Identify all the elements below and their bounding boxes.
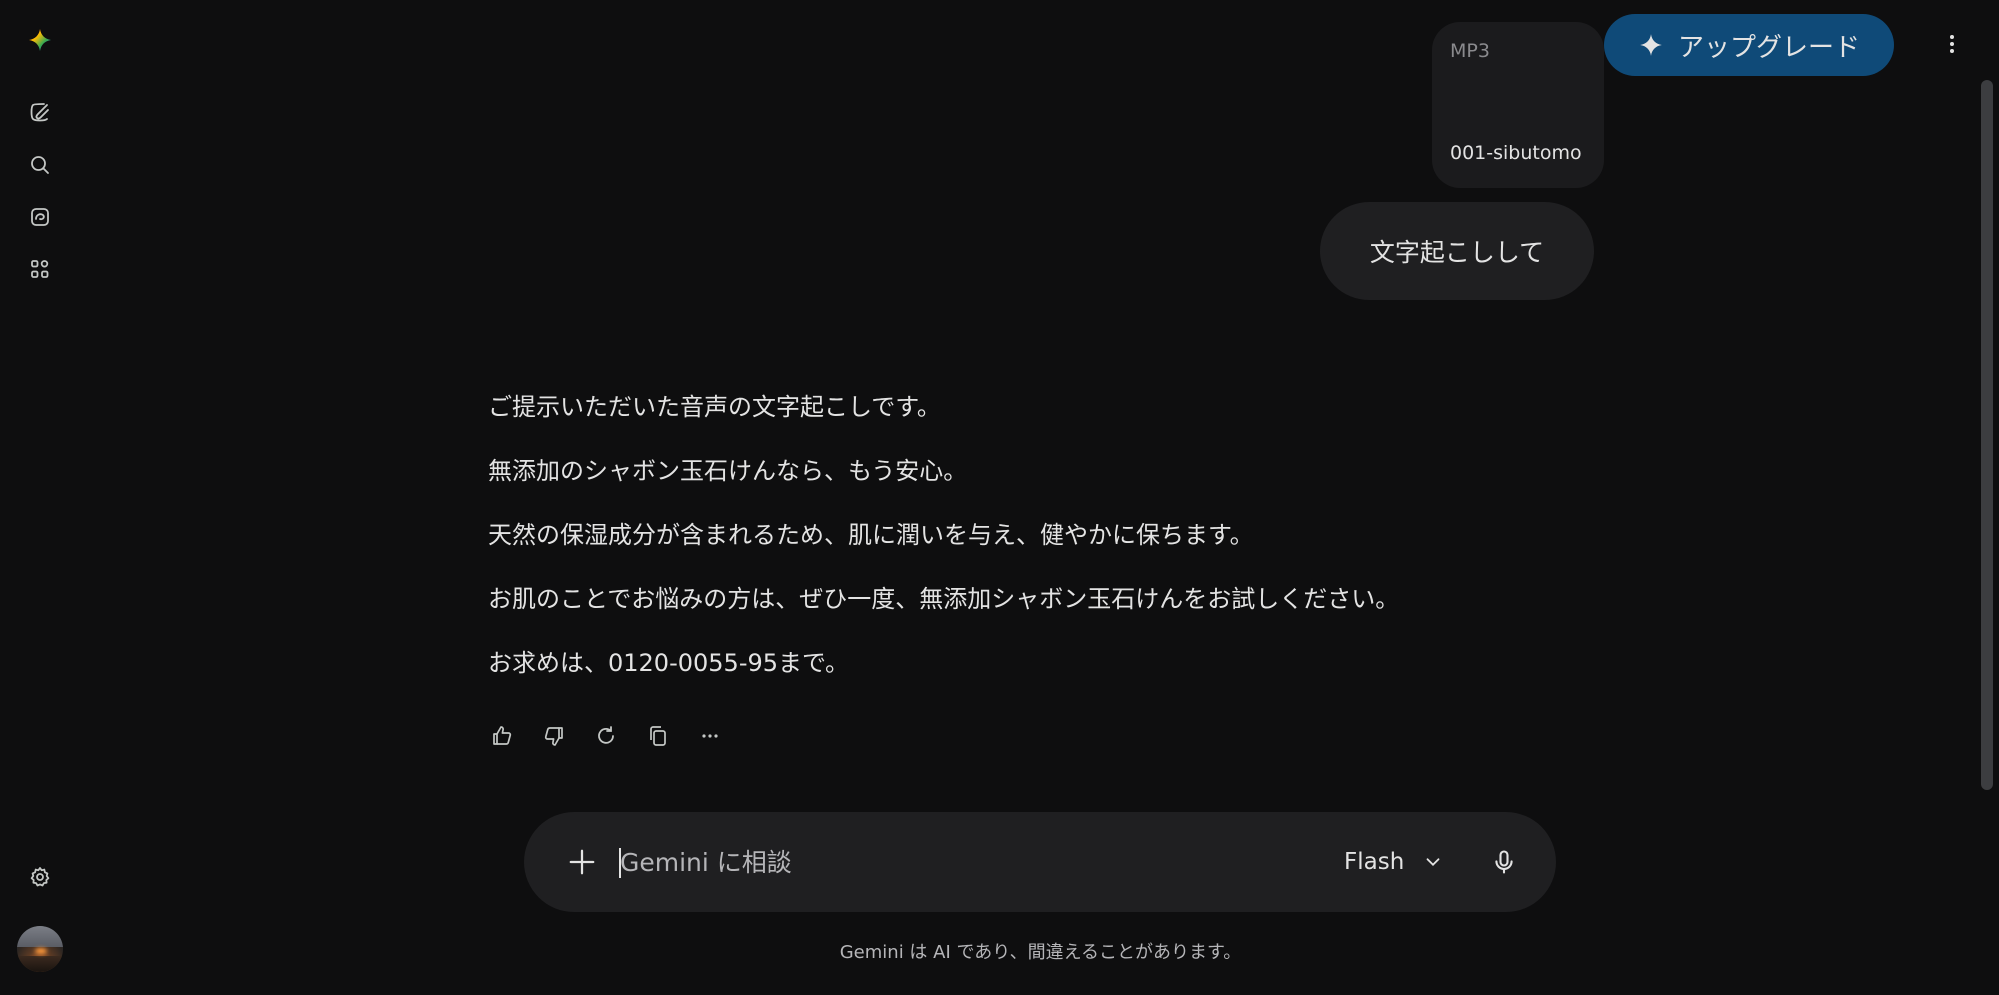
file-attachment-chip[interactable]: MP3 001-sibutomo (1432, 22, 1604, 188)
model-selector[interactable]: Flash (1344, 840, 1444, 884)
scrollbar[interactable] (1981, 80, 1993, 790)
prompt-input[interactable] (620, 840, 1240, 884)
left-rail (0, 0, 80, 995)
upgrade-label: アップグレード (1677, 32, 1860, 63)
gemini-logo-icon[interactable] (20, 20, 60, 60)
response-paragraph: 天然の保湿成分が含まれるため、肌に潤いを与え、健やかに保ちます。 (488, 521, 1254, 549)
model-label: Flash (1344, 849, 1405, 875)
user-message-bubble: 文字起こしして (1320, 202, 1594, 300)
response-actions (486, 718, 726, 754)
apps-icon[interactable] (20, 249, 60, 289)
response-paragraph: お肌のことでお悩みの方は、ぜひ一度、無添加シャボン玉石けんをお試しください。 (488, 585, 1400, 613)
model-response: ご提示いただいた音声の文字起こしです。 無添加のシャボン玉石けんなら、もう安心。… (488, 390, 1588, 710)
gemini-app: MP3 001-sibutomo アップグレード 文字起こしして ご提示いただい… (0, 0, 1999, 995)
user-message-text: 文字起こしして (1369, 238, 1545, 267)
microphone-icon[interactable] (1484, 842, 1524, 882)
add-icon[interactable] (564, 844, 600, 880)
file-name: 001-sibutomo (1450, 142, 1582, 164)
disclaimer-text: Gemini は AI であり、間違えることがあります。 (839, 942, 1242, 963)
thumb-down-icon[interactable] (538, 720, 570, 752)
response-paragraph: お求めは、0120-0055-95まで。 (488, 649, 850, 677)
gems-icon[interactable] (20, 197, 60, 237)
file-type-label: MP3 (1450, 40, 1490, 62)
new-chat-icon[interactable] (20, 92, 60, 132)
more-horiz-icon[interactable] (694, 720, 726, 752)
chevron-down-icon (1426, 858, 1440, 867)
settings-icon[interactable] (20, 857, 60, 897)
thumb-up-icon[interactable] (486, 720, 518, 752)
prompt-composer: Flash (524, 812, 1556, 912)
refresh-icon[interactable] (590, 720, 622, 752)
search-icon[interactable] (20, 145, 60, 185)
more-vert-icon[interactable] (1934, 26, 1970, 62)
disclaimer: Gemini は AI であり、間違えることがあります。 (0, 938, 1999, 964)
response-paragraph: ご提示いただいた音声の文字起こしです。 (488, 393, 941, 421)
sparkle-icon (1640, 34, 1662, 56)
upgrade-button[interactable]: アップグレード (1604, 14, 1894, 76)
response-paragraph: 無添加のシャボン玉石けんなら、もう安心。 (488, 457, 968, 485)
copy-icon[interactable] (642, 720, 674, 752)
